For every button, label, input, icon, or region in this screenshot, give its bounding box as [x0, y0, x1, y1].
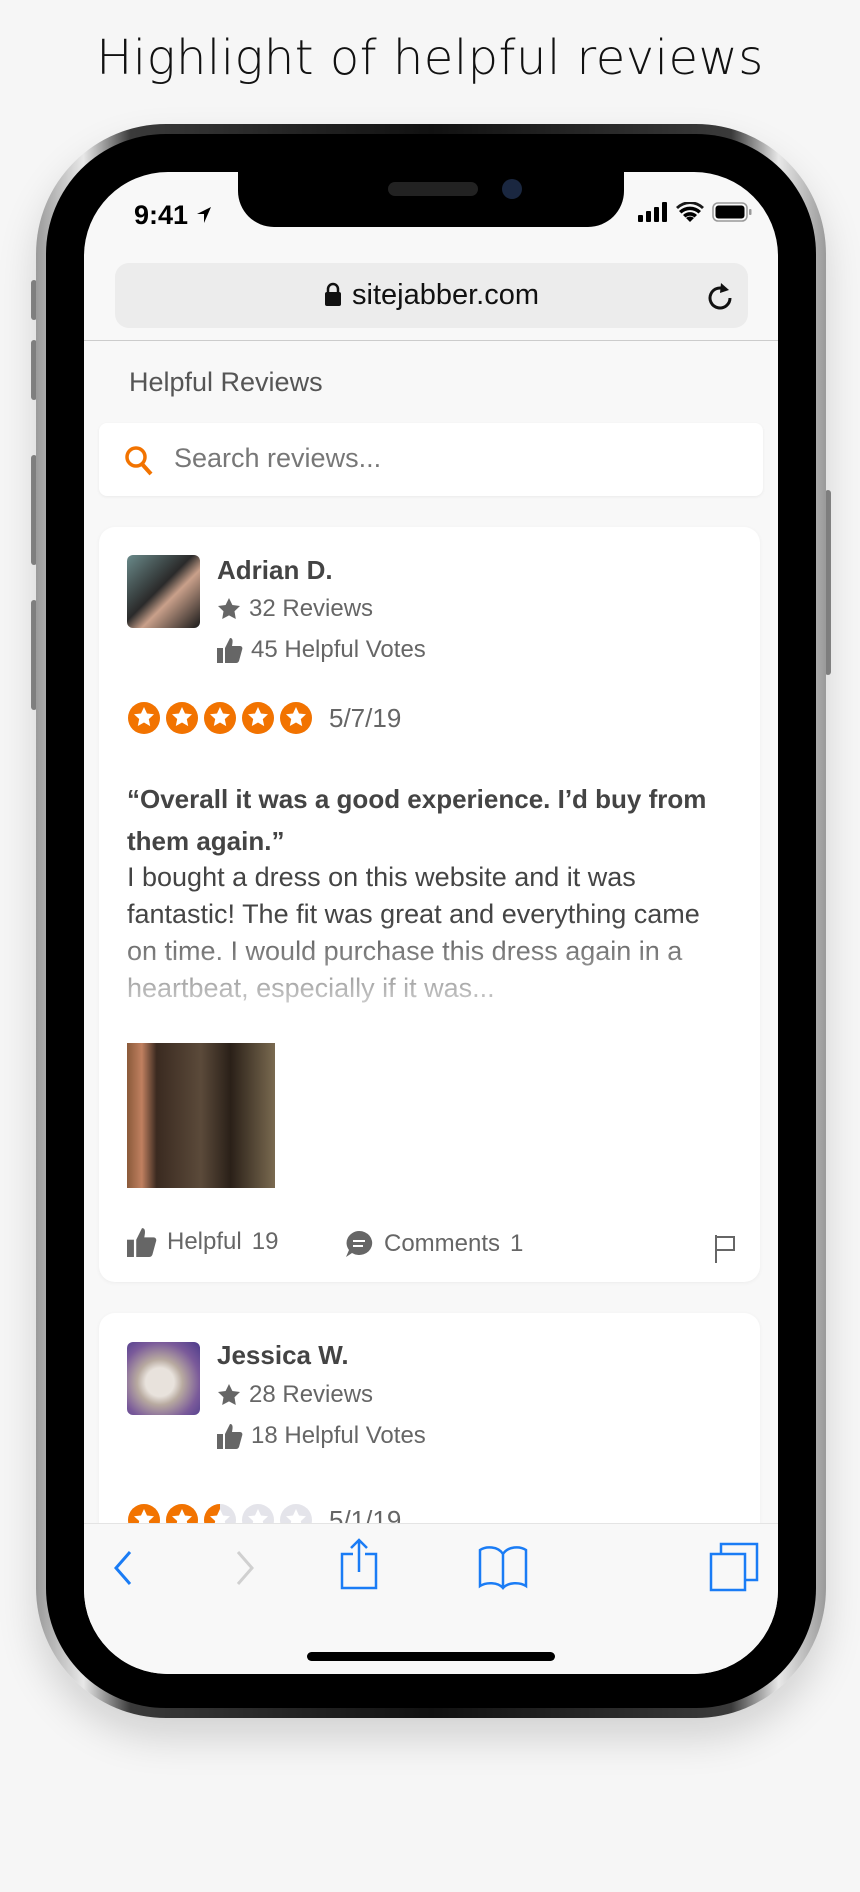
location-arrow-icon [196, 207, 211, 223]
lock-icon [325, 282, 341, 306]
star-icon [218, 1384, 240, 1405]
notch [238, 172, 624, 227]
search-placeholder: Search reviews... [174, 443, 382, 473]
search-input[interactable]: Search reviews... [99, 423, 763, 496]
status-icons [638, 202, 752, 222]
star-filled-icon [242, 702, 274, 734]
share-icon[interactable] [339, 1538, 379, 1590]
time-text: 9:41 [134, 200, 189, 230]
status-time: 9:41 [134, 200, 212, 231]
review-body: I bought a dress on this website and it … [127, 862, 700, 1003]
tabs-icon[interactable] [709, 1542, 759, 1592]
forward-icon[interactable] [234, 1548, 256, 1588]
home-indicator[interactable] [307, 1652, 555, 1661]
comments-count: 1 [510, 1230, 524, 1257]
avatar[interactable] [127, 555, 200, 628]
thumbs-up-icon [217, 638, 243, 663]
address-bar[interactable]: sitejabber.com [115, 263, 748, 328]
thumbs-up-icon [217, 1424, 243, 1449]
url-display: sitejabber.com [115, 279, 748, 312]
flag-icon[interactable] [714, 1234, 736, 1264]
reviewer-name[interactable]: Adrian D. [217, 555, 333, 586]
section-title: Helpful Reviews [129, 367, 323, 397]
speaker [388, 182, 478, 196]
camera [502, 179, 522, 199]
star-rating: 5/7/19 [127, 701, 401, 735]
battery-icon [712, 202, 752, 222]
star-icon [218, 598, 240, 619]
star-filled-icon [204, 702, 236, 734]
helpful-votes: 18 Helpful Votes [217, 1422, 426, 1450]
comments-label: Comments [384, 1230, 501, 1257]
helpful-label: Helpful [167, 1228, 242, 1255]
review-title[interactable]: “Overall it was a good experience. I’d b… [127, 778, 737, 862]
phone-screen: 9:41 sitejabber.com Helpful Reviews Sear… [84, 172, 778, 1674]
thumbs-up-icon [127, 1228, 157, 1257]
comments-button[interactable]: Comments 1 [344, 1229, 523, 1259]
review-photo[interactable] [127, 1043, 275, 1188]
bookmarks-icon[interactable] [478, 1544, 528, 1590]
star-filled-icon [128, 702, 160, 734]
comment-icon [346, 1230, 373, 1257]
stars [127, 701, 313, 735]
review-card: Adrian D. 32 Reviews 45 Helpful Votes 5/… [99, 527, 760, 1282]
helpful-votes-text: 18 Helpful Votes [251, 1422, 426, 1449]
reviews-count-text: 32 Reviews [249, 595, 374, 622]
reviews-count: 28 Reviews [217, 1381, 373, 1409]
back-icon[interactable] [112, 1548, 134, 1588]
helpful-button[interactable]: Helpful 19 [127, 1227, 278, 1257]
helpful-votes: 45 Helpful Votes [217, 636, 426, 664]
url-text: sitejabber.com [352, 279, 539, 311]
reload-icon[interactable] [706, 281, 734, 311]
divider [84, 340, 778, 341]
reviews-count-text: 28 Reviews [249, 1381, 374, 1408]
headline: Highlight of helpful reviews [96, 30, 764, 86]
signal-icon [638, 202, 667, 222]
star-filled-icon [166, 702, 198, 734]
review-date: 5/7/19 [329, 702, 402, 733]
helpful-count: 19 [251, 1228, 279, 1255]
search-icon [125, 446, 153, 476]
avatar[interactable] [127, 1342, 200, 1415]
reviews-count: 32 Reviews [217, 595, 373, 623]
helpful-votes-text: 45 Helpful Votes [251, 636, 426, 663]
star-filled-icon [280, 702, 312, 734]
reviewer-name[interactable]: Jessica W. [217, 1340, 349, 1371]
wifi-icon [676, 202, 704, 222]
